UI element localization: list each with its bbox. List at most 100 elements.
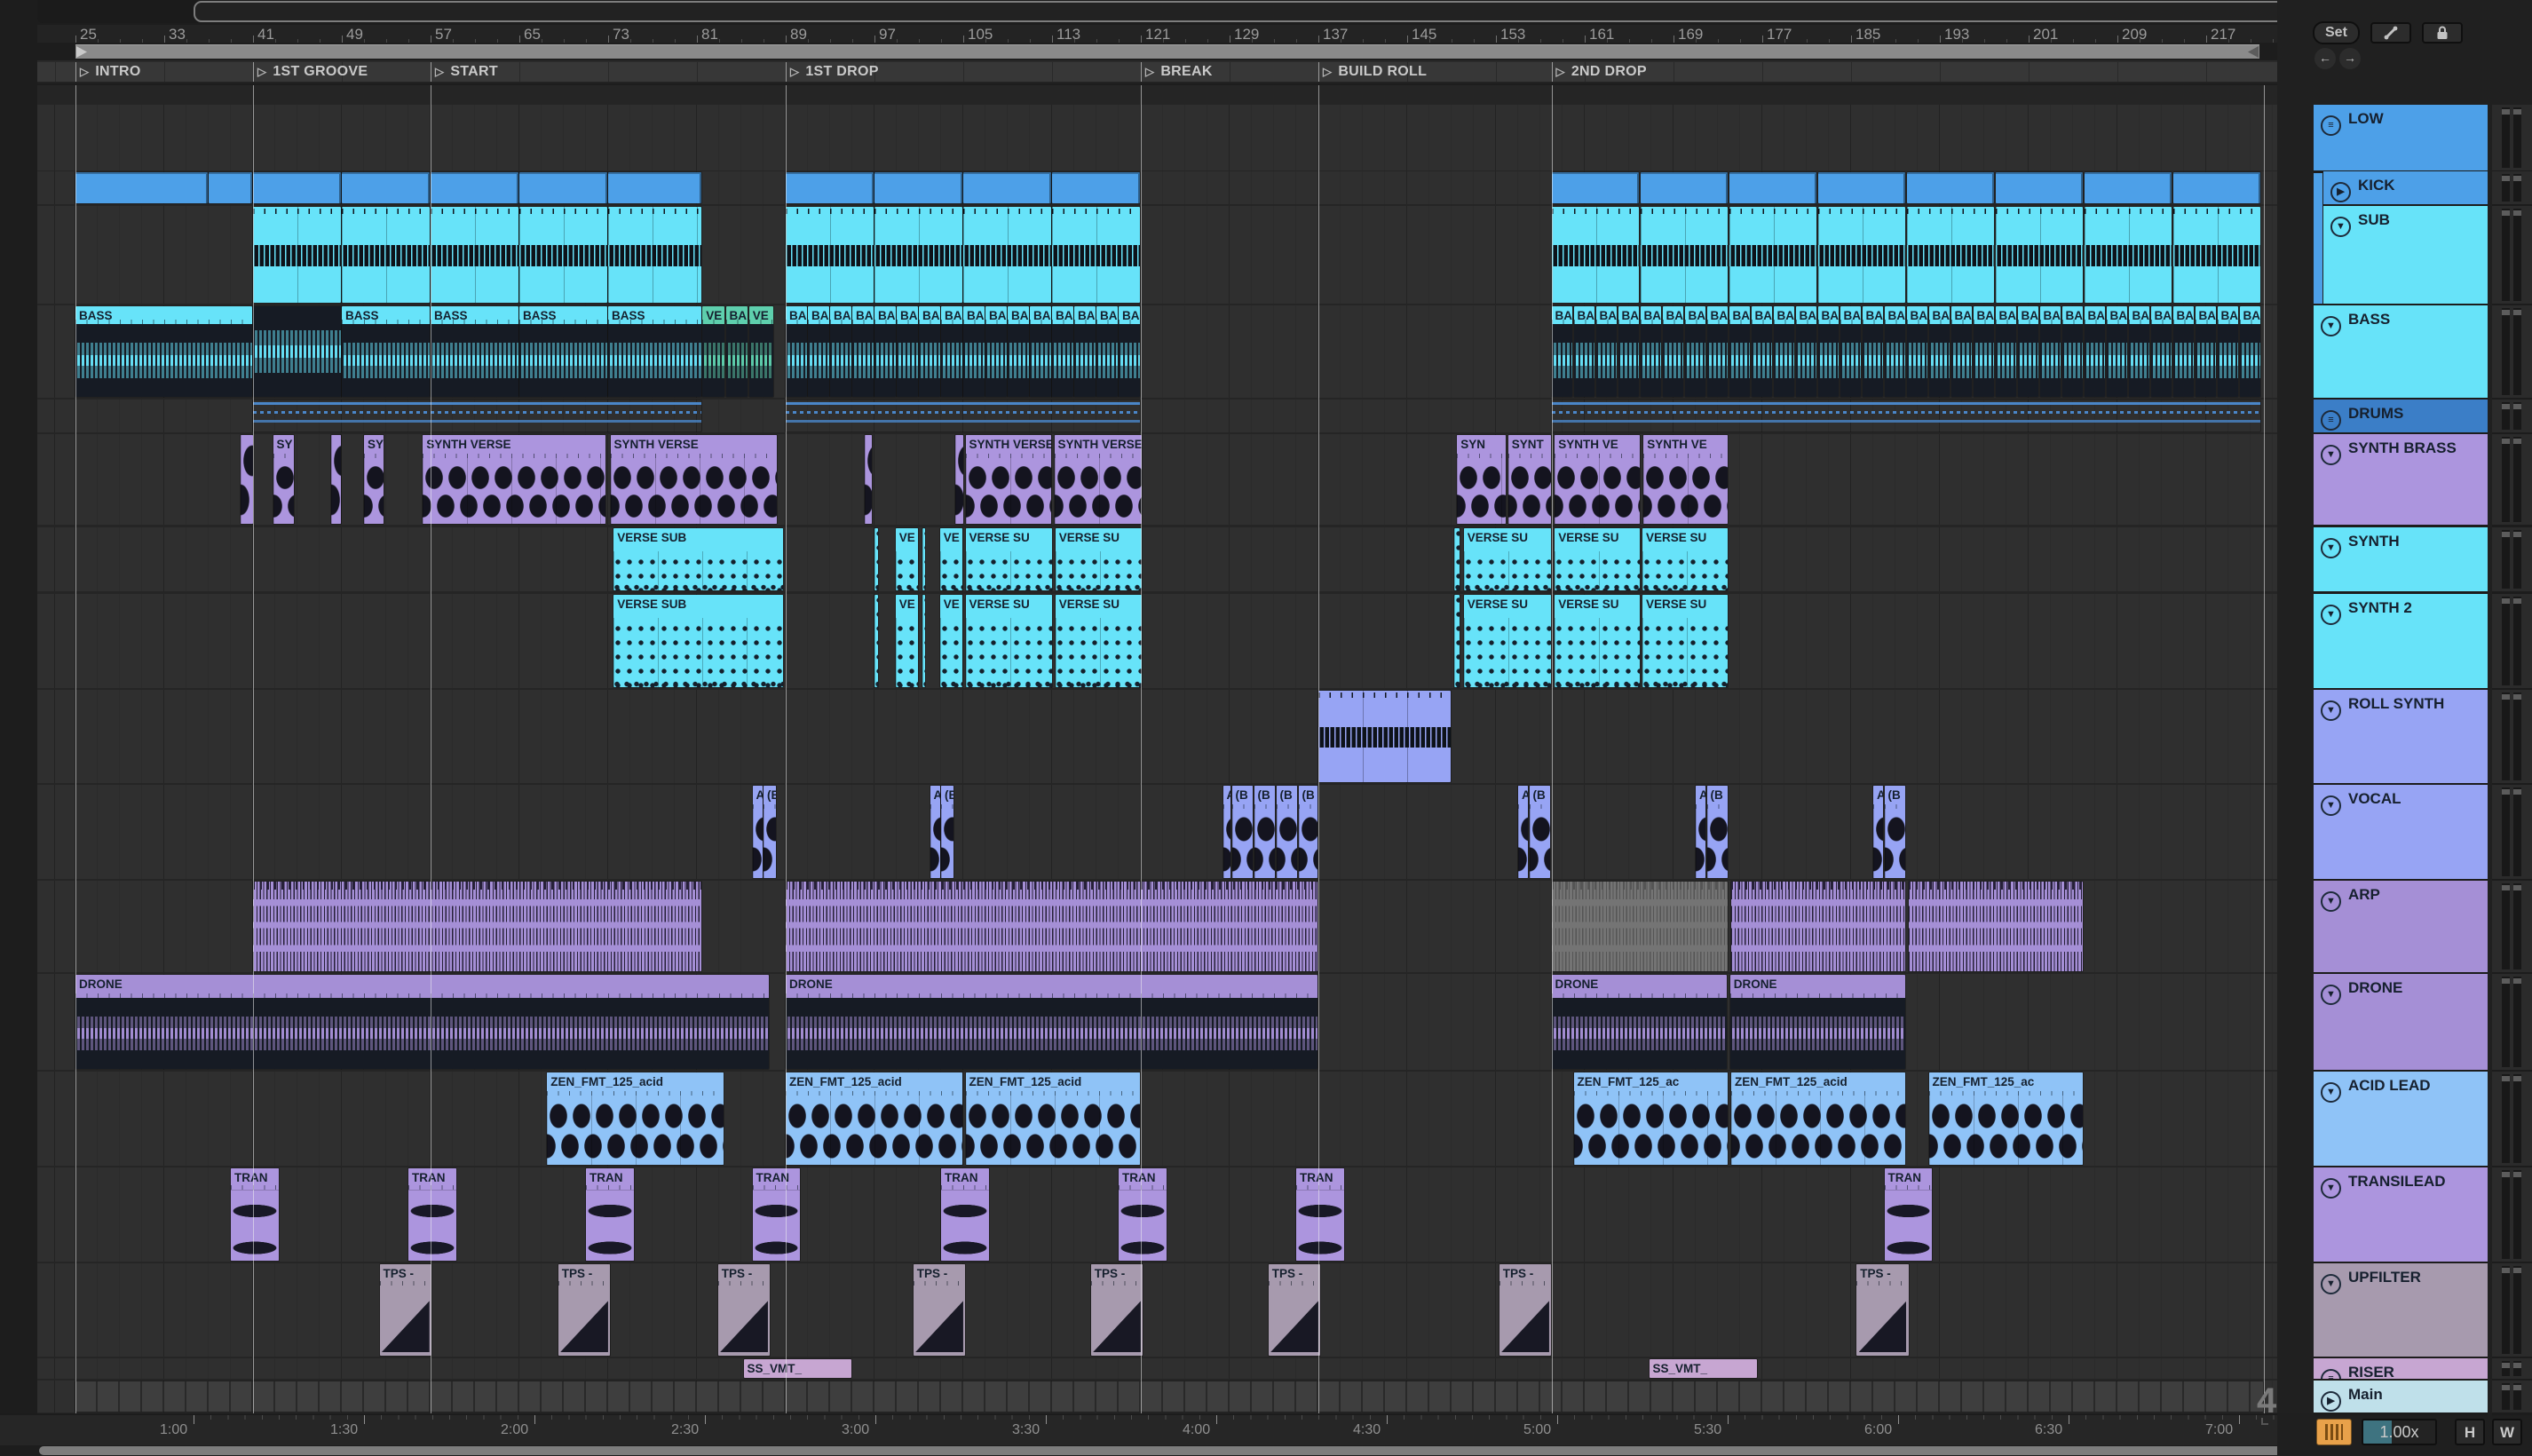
fold-icon[interactable]: ▼ xyxy=(2321,891,2341,912)
clip-kick[interactable] xyxy=(1906,172,1994,203)
clip-tran[interactable]: TRAN xyxy=(1296,1168,1344,1261)
clip-kick[interactable] xyxy=(75,172,208,203)
clip-ba[interactable]: BA xyxy=(2128,306,2149,397)
clip-verse-su[interactable]: VERSE SU xyxy=(1642,528,1728,590)
beat-time-ruler[interactable]: 25 33 41 49 57 65 73 81 89 97 105 113 121 129 137 145 15… xyxy=(37,25,2277,43)
clip-drums[interactable] xyxy=(253,400,701,431)
clip-ba[interactable]: BA xyxy=(852,306,874,397)
clip-ve[interactable]: VE xyxy=(939,528,962,590)
clip-a[interactable]: A xyxy=(1518,786,1528,878)
track-header-sub[interactable]: ▼ SUB xyxy=(2323,206,2488,306)
fold-icon[interactable]: ▼ xyxy=(2321,1274,2341,1294)
fold-icon[interactable]: ▼ xyxy=(2321,316,2341,336)
track-lane-synth[interactable] xyxy=(37,527,2277,591)
clip-brass[interactable] xyxy=(864,435,873,524)
clip-sy[interactable]: SY xyxy=(364,435,384,524)
clip-kick[interactable] xyxy=(253,172,341,203)
clip-synth2[interactable] xyxy=(922,595,926,687)
time-ruler[interactable]: 1:00 1:30 2:00 2:30 3:00 3:30 4:00 4:30 5:00 5:30… xyxy=(0,1413,2313,1445)
playback-speed-field[interactable]: 1.00x xyxy=(2362,1419,2437,1445)
clip--b[interactable]: (B xyxy=(1529,786,1550,878)
clip-sub[interactable] xyxy=(608,207,701,303)
clip-sub[interactable] xyxy=(1729,207,1816,303)
clip--b[interactable]: (B xyxy=(1276,786,1297,878)
clip-kick[interactable] xyxy=(209,172,252,203)
clip-arp[interactable] xyxy=(1551,882,1728,971)
clip-verse-sub[interactable]: VERSE SUB xyxy=(613,528,784,590)
clip-ba[interactable]: BA xyxy=(1573,306,1594,397)
track-lane-upfilter[interactable] xyxy=(37,1263,2277,1357)
clip-ba[interactable]: BA xyxy=(2084,306,2105,397)
track-lane-riser[interactable] xyxy=(37,1358,2277,1379)
clip-ba[interactable]: BA xyxy=(1950,306,1972,397)
clip-synth-ve[interactable]: SYNTH VE xyxy=(1643,435,1728,524)
lock-envelopes-button[interactable] xyxy=(2421,22,2463,44)
fold-icon[interactable]: ▼ xyxy=(2321,700,2341,721)
clip-brass[interactable] xyxy=(330,435,341,524)
clip-zen-fmt-125-acid[interactable]: ZEN_FMT_125_acid xyxy=(786,1072,962,1165)
clip--b[interactable]: (B xyxy=(1884,786,1905,878)
clip-sub[interactable] xyxy=(1640,207,1728,303)
clip-ba[interactable]: BA xyxy=(725,306,748,397)
clip-tps-[interactable]: TPS - xyxy=(913,1264,966,1356)
clip-kick[interactable] xyxy=(1551,172,1639,203)
track-header-low[interactable]: ≡ LOW xyxy=(2314,105,2488,173)
clip-tran[interactable]: TRAN xyxy=(231,1168,279,1261)
clip-ba[interactable]: BA xyxy=(1751,306,1772,397)
clip-ba[interactable]: BA xyxy=(874,306,896,397)
time-signature-marker[interactable]: 4/1 xyxy=(2257,1381,2277,1413)
clip-ba[interactable]: BA xyxy=(1795,306,1816,397)
arrangement-overview[interactable] xyxy=(37,0,2310,23)
h-zoom-button[interactable]: H xyxy=(2455,1419,2485,1445)
clip-sub[interactable] xyxy=(874,207,962,303)
clip-sub[interactable] xyxy=(342,207,430,303)
clip-arp[interactable] xyxy=(1731,882,1905,971)
clip-tps-[interactable]: TPS - xyxy=(1090,1264,1143,1356)
clip-synth[interactable] xyxy=(1453,528,1460,590)
track-lane-roll[interactable] xyxy=(37,690,2277,783)
clip-ba[interactable]: BA xyxy=(897,306,918,397)
clip-arp[interactable] xyxy=(253,882,701,971)
arrangement-area[interactable]: BASS BASS BASS BASS BASS VE BA VE BA BA BA BA BA BA BA… xyxy=(37,85,2277,1413)
clip-ba[interactable]: BA xyxy=(1884,306,1905,397)
clip-ba[interactable]: BA xyxy=(2150,306,2172,397)
clip-brass[interactable] xyxy=(241,435,253,524)
clip-verse-su[interactable]: VERSE SU xyxy=(1555,528,1641,590)
clip-kick[interactable] xyxy=(963,172,1051,203)
clip-ba[interactable]: BA xyxy=(1729,306,1750,397)
fold-icon[interactable]: ▼ xyxy=(2321,1082,2341,1103)
clip-kick[interactable] xyxy=(2084,172,2172,203)
clip-synth2[interactable] xyxy=(1453,595,1460,687)
track-header-main[interactable]: ▶ Main xyxy=(2314,1381,2488,1415)
clip-ba[interactable]: BA xyxy=(1773,306,1794,397)
clip-ba[interactable]: BA xyxy=(1008,306,1029,397)
locator-intro[interactable]: ▷ INTRO xyxy=(75,62,141,82)
locator-1st-drop[interactable]: ▷ 1ST DROP xyxy=(786,62,879,82)
clip-sub[interactable] xyxy=(1995,207,2083,303)
fold-icon[interactable]: ▼ xyxy=(2321,985,2341,1005)
clip-drone[interactable]: DRONE xyxy=(75,975,769,1069)
horizontal-scrollbar[interactable] xyxy=(39,1446,2308,1455)
fold-icon[interactable]: ▼ xyxy=(2330,217,2351,237)
clip-ba[interactable]: BA xyxy=(2172,306,2194,397)
clip-verse-su[interactable]: VERSE SU xyxy=(1463,595,1552,687)
clip-kick[interactable] xyxy=(342,172,430,203)
clip-drone[interactable]: DRONE xyxy=(786,975,1317,1069)
clip-kick[interactable] xyxy=(519,172,607,203)
clip--b[interactable]: (B xyxy=(1298,786,1317,878)
fold-icon[interactable]: ▼ xyxy=(2321,605,2341,625)
clip-bass[interactable]: BASS xyxy=(431,306,518,397)
follow-button[interactable] xyxy=(2316,1419,2352,1445)
clip-ba[interactable]: BA xyxy=(1030,306,1051,397)
clip-bass[interactable]: BASS xyxy=(342,306,430,397)
clip-ba[interactable]: BA xyxy=(2106,306,2127,397)
clip-tran[interactable]: TRAN xyxy=(752,1168,800,1261)
clip-roll[interactable] xyxy=(1318,691,1451,782)
clip-synth[interactable] xyxy=(922,528,926,590)
clip-ba[interactable]: BA xyxy=(1684,306,1705,397)
clip--b[interactable]: (B xyxy=(1706,786,1728,878)
track-header-transilead[interactable]: ▼ TRANSILEAD xyxy=(2314,1167,2488,1264)
clip-kick[interactable] xyxy=(608,172,701,203)
clip-ba[interactable]: BA xyxy=(1551,306,1572,397)
clip-kick[interactable] xyxy=(1995,172,2083,203)
